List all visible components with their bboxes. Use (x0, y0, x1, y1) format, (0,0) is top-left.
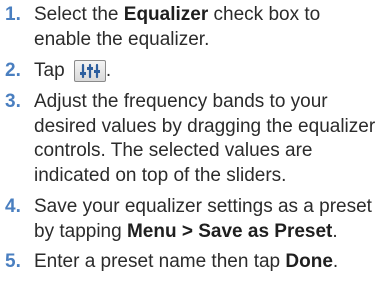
equalizer-settings-icon (73, 60, 106, 82)
step-number: 1. (5, 4, 21, 25)
menu-path-term: Menu > Save as Preset (126, 220, 333, 242)
step-text: Enter a preset name then tap Done. (34, 251, 339, 272)
step-number: 3. (5, 91, 21, 112)
step-number: 5. (5, 251, 21, 272)
step-text: Tap . (34, 60, 112, 82)
equalizer-term: Equalizer (123, 4, 209, 25)
step-number: 2. (5, 60, 21, 81)
step-text: Select the Equalizer check box to enable… (34, 4, 321, 50)
step-text: Adjust the frequency bands to your desir… (34, 91, 376, 186)
done-term: Done (285, 251, 333, 272)
step-text: Save your equalizer settings as a preset… (34, 196, 372, 242)
step-number: 4. (5, 196, 21, 217)
